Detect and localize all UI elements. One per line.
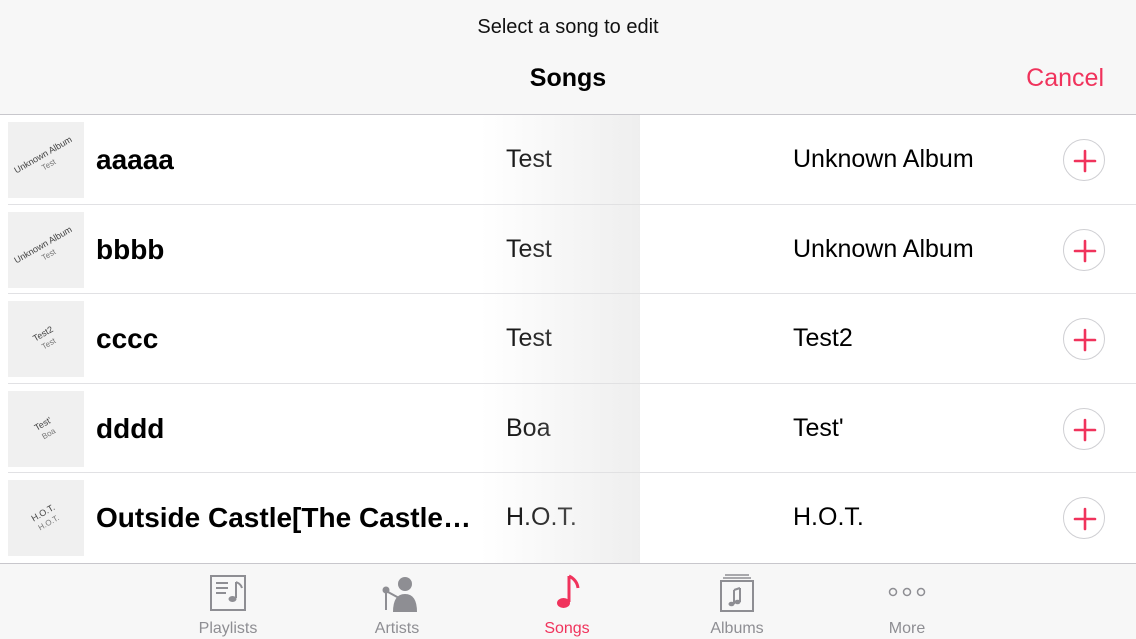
song-row[interactable]: Test2 Test cccc Test Test2 — [0, 294, 1136, 384]
song-title: Outside Castle[The Castle… — [96, 502, 471, 534]
song-album: Test2 — [793, 324, 853, 353]
tab-label: Albums — [710, 620, 764, 637]
plus-circle-icon — [1073, 239, 1097, 262]
page-title: Songs — [529, 64, 607, 92]
more-icon — [888, 587, 926, 597]
tab-more[interactable]: More — [847, 564, 967, 639]
tab-label: Artists — [374, 620, 420, 637]
album-artwork: Test' Boa — [8, 390, 84, 467]
prompt-text: Select a song to edit — [477, 16, 659, 38]
album-artwork: Unknown Album Test — [8, 211, 84, 288]
tab-label: Songs — [544, 620, 590, 637]
tab-label: More — [888, 620, 926, 637]
add-song-button[interactable] — [1063, 318, 1105, 361]
playlists-icon — [210, 575, 246, 611]
album-artwork: H.O.T. H.O.T. — [8, 480, 84, 557]
plus-circle-icon — [1073, 508, 1097, 531]
add-song-button[interactable] — [1063, 228, 1105, 271]
song-title: bbbb — [96, 233, 165, 265]
song-album: Test' — [793, 413, 844, 442]
song-title: aaaaa — [96, 144, 174, 175]
song-artist: Test — [506, 145, 552, 173]
tab-bar: Playlists Artists Songs Albums More — [0, 563, 1136, 639]
songs-list[interactable]: Unknown Album Test aaaaa Test Unknown Al… — [0, 115, 1136, 563]
song-album: Unknown Album — [793, 145, 974, 173]
navigation-bar: Select a song to edit Songs Cancel — [0, 0, 1136, 115]
song-artist: Boa — [506, 413, 551, 442]
song-album: Unknown Album — [793, 234, 974, 263]
artists-icon — [382, 577, 417, 612]
add-song-button[interactable] — [1063, 407, 1105, 450]
music-note-icon — [557, 574, 580, 608]
album-artwork: Unknown Album Test — [8, 122, 84, 198]
song-title: dddd — [96, 412, 165, 444]
add-song-button[interactable] — [1063, 497, 1105, 540]
tab-albums[interactable]: Albums — [677, 564, 797, 639]
song-artist: H.O.T. — [506, 503, 577, 532]
album-artwork: Test2 Test — [8, 301, 84, 378]
plus-circle-icon — [1073, 328, 1097, 352]
song-row[interactable]: Test' Boa dddd Boa Test' — [0, 384, 1136, 474]
song-row[interactable]: Unknown Album Test aaaaa Test Unknown Al… — [0, 115, 1136, 205]
tab-playlists[interactable]: Playlists — [168, 564, 288, 639]
song-artist: Test — [506, 324, 552, 353]
tab-label: Playlists — [198, 620, 258, 637]
plus-circle-icon — [1073, 418, 1097, 442]
song-artist: Test — [506, 234, 552, 263]
song-row[interactable]: Unknown Album Test bbbb Test Unknown Alb… — [0, 205, 1136, 295]
song-title: cccc — [96, 323, 159, 355]
tab-artists[interactable]: Artists — [337, 564, 457, 639]
tab-songs[interactable]: Songs — [507, 564, 627, 639]
cancel-button[interactable]: Cancel — [1026, 64, 1104, 93]
song-row[interactable]: H.O.T. H.O.T. Outside Castle[The Castle…… — [0, 473, 1136, 563]
song-album: H.O.T. — [793, 503, 864, 532]
add-song-button[interactable] — [1063, 139, 1105, 181]
plus-circle-icon — [1073, 149, 1097, 173]
albums-icon — [720, 574, 754, 612]
